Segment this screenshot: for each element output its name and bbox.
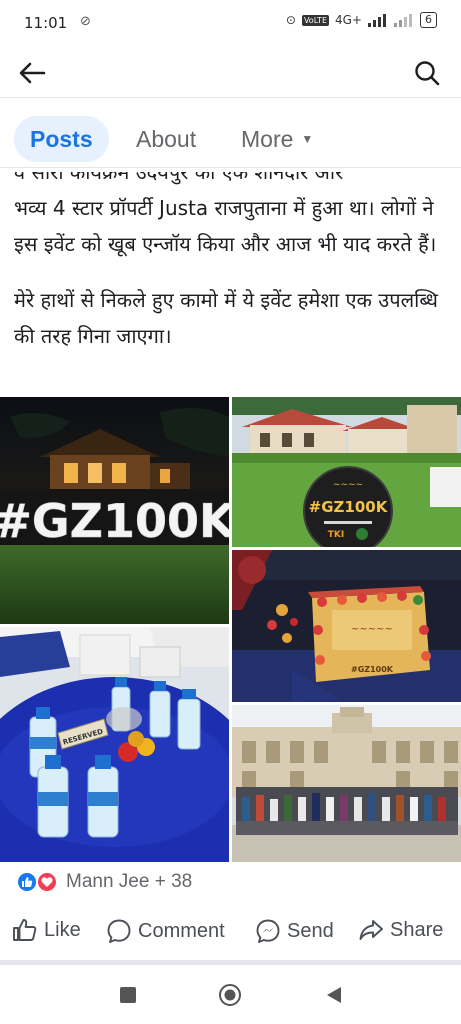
- reactions-text: Mann Jee + 38: [66, 871, 193, 892]
- post-paragraph-2: मेरे हाथों से निकले हुए कामो में ये इवें…: [14, 288, 438, 348]
- search-icon: [415, 61, 440, 86]
- send-label: Send: [287, 919, 334, 942]
- photo-group[interactable]: [232, 705, 461, 862]
- like-button[interactable]: Like: [12, 918, 81, 942]
- post-text: व सारा कार्यक्रम उदयपुर की एक शानदार और …: [14, 172, 454, 374]
- photo-grid: #GZ100K ~~~~ #GZ100K TKI ~~~~~ #GZ100K R…: [0, 397, 461, 862]
- photo-cake[interactable]: ~~~~~ #GZ100K: [232, 550, 461, 702]
- tab-more-label: More: [241, 126, 294, 152]
- signal-label: 4G+: [335, 13, 362, 27]
- share-label: Share: [390, 918, 444, 941]
- search-button[interactable]: [411, 58, 443, 88]
- tab-posts[interactable]: Posts: [14, 116, 109, 162]
- post-text-clipped-line: व सारा कार्यक्रम उदयपुर की एक शानदार और: [14, 172, 344, 184]
- comment-label: Comment: [138, 919, 225, 942]
- tab-more[interactable]: More ▼: [241, 116, 313, 162]
- send-button[interactable]: Send: [255, 918, 334, 944]
- thumbs-up-icon: [13, 919, 37, 941]
- hotspot-icon: ⊙: [285, 13, 296, 27]
- gz100k-sign-text: #GZ100K: [0, 494, 229, 548]
- post-action-bar: Like Comment Send Share: [0, 908, 461, 954]
- circle-home-icon: [219, 984, 241, 1006]
- comment-bubble-icon: [107, 919, 131, 943]
- badge-sub-text: TKI: [328, 530, 344, 540]
- post-paragraph-1: भव्य 4 स्टार प्रॉपर्टी Justa राजपुताना म…: [14, 196, 437, 256]
- tab-about[interactable]: About: [136, 116, 196, 162]
- arrow-left-icon: [19, 62, 46, 84]
- like-reaction-icon: [16, 871, 38, 893]
- profile-tabs: Posts About More ▼: [0, 110, 461, 168]
- photo-table-bottles[interactable]: RESERVED: [0, 627, 229, 862]
- bottle-3: [87, 755, 119, 838]
- like-label: Like: [44, 918, 81, 941]
- bottle-2: [37, 755, 69, 838]
- status-bar: 11:01 ⊘ ⊙ VoLTE 4G+ 6: [0, 0, 461, 48]
- photo-lawn-badge[interactable]: ~~~~ #GZ100K TKI: [232, 397, 461, 547]
- photo-venue-sign[interactable]: #GZ100K: [0, 397, 229, 624]
- svg-text:~~~~: ~~~~: [333, 480, 363, 490]
- triangle-back-icon: [327, 987, 341, 1003]
- notification-icon: ⊘: [80, 14, 91, 29]
- share-button[interactable]: Share: [358, 918, 443, 942]
- status-icons: ⊙ VoLTE 4G+ 6: [286, 12, 437, 28]
- volte-icon: VoLTE: [301, 14, 329, 26]
- signal-icon: [368, 14, 386, 27]
- system-back-button[interactable]: [322, 983, 346, 1007]
- svg-text:~~~~~: ~~~~~: [351, 624, 393, 635]
- status-time: 11:01: [24, 14, 68, 32]
- caret-down-icon: ▼: [301, 132, 314, 146]
- top-app-bar: [0, 48, 461, 98]
- home-button[interactable]: [218, 983, 242, 1007]
- cake-text: #GZ100K: [351, 665, 394, 674]
- recents-button[interactable]: [116, 983, 140, 1007]
- crowd: [236, 787, 458, 835]
- messenger-send-icon: [256, 919, 280, 943]
- share-arrow-icon: [359, 920, 383, 940]
- comment-button[interactable]: Comment: [106, 918, 225, 944]
- battery-icon: 6: [420, 12, 437, 28]
- system-navigation-bar: [0, 965, 461, 1024]
- signal-icon-secondary: [394, 14, 412, 27]
- badge-text: #GZ100K: [309, 498, 389, 516]
- reactions-summary[interactable]: Mann Jee + 38: [16, 870, 192, 894]
- square-icon: [120, 987, 136, 1003]
- back-button[interactable]: [16, 58, 48, 88]
- love-reaction-icon: [36, 871, 58, 893]
